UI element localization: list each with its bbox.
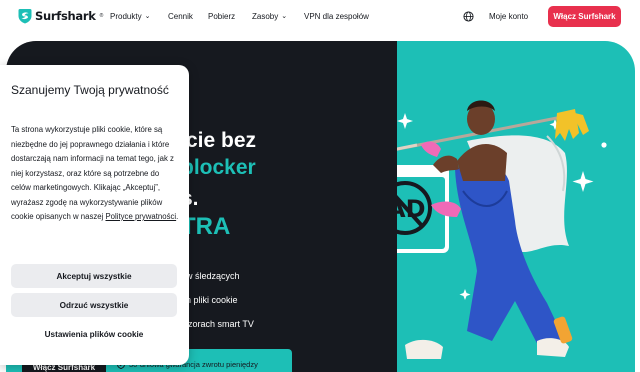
svg-text:AD: AD	[397, 195, 426, 223]
menu-item-label: Cennik	[168, 12, 193, 21]
brand-name: Surfshark	[35, 9, 96, 23]
cookie-dialog-title: Szanujemy Twoją prywatność	[11, 83, 169, 97]
menu-item-vpn-teams[interactable]: VPN dla zespołów	[304, 12, 369, 21]
surfshark-logo-icon	[18, 9, 32, 24]
menu-item-label: VPN dla zespołów	[304, 12, 369, 21]
reject-all-cookies-button[interactable]: Odrzuć wszystkie	[11, 293, 177, 317]
accept-all-cookies-button[interactable]: Akceptuj wszystkie	[11, 264, 177, 288]
menu-item-pobierz[interactable]: Pobierz	[208, 12, 235, 21]
hero-headline-line-2: blocker	[181, 156, 256, 179]
menu-item-label: Produkty	[110, 12, 142, 21]
menu-item-label: Pobierz	[208, 12, 236, 21]
get-surfshark-button[interactable]: Włącz Surfshark	[548, 6, 621, 27]
registered-mark: ®	[99, 13, 104, 19]
hero-feature-2: n pliki cookie	[186, 295, 238, 305]
cookie-dialog-body: Ta strona wykorzystuje pliki cookie, któ…	[11, 123, 181, 225]
hero-illustration: AD	[397, 100, 607, 359]
privacy-policy-link[interactable]: Polityce prywatności	[105, 212, 176, 221]
globe-icon[interactable]	[463, 11, 474, 22]
hero-feature-1: w śledzących	[186, 271, 240, 281]
hero-headline-line-1: cie bez	[186, 129, 257, 152]
chevron-down-icon: ⌄	[144, 12, 151, 20]
menu-item-cennik[interactable]: Cennik	[168, 12, 193, 21]
hero-feature-3: izorach smart TV	[186, 319, 254, 329]
hero-illustration-panel: AD	[397, 41, 635, 372]
surfshark-logo[interactable]: Surfshark ®	[18, 8, 103, 24]
cookie-consent-dialog: Szanujemy Twoją prywatność Ta strona wyk…	[0, 65, 189, 365]
cookie-settings-button[interactable]: Ustawienia plików cookie	[11, 322, 177, 346]
cookie-body-suffix: .	[176, 212, 179, 221]
menu-item-produkty[interactable]: Produkty ⌄	[110, 12, 150, 21]
menu-item-zasoby[interactable]: Zasoby ⌄	[252, 12, 287, 21]
cookie-body-text: Ta strona wykorzystuje pliki cookie, któ…	[11, 125, 174, 221]
my-account-link[interactable]: Moje konto	[489, 12, 528, 21]
chevron-down-icon: ⌄	[281, 12, 288, 20]
menu-item-label: Zasoby	[252, 12, 279, 21]
top-navigation: Surfshark ® Produkty ⌄ Cennik Pobierz Zas…	[0, 0, 640, 36]
